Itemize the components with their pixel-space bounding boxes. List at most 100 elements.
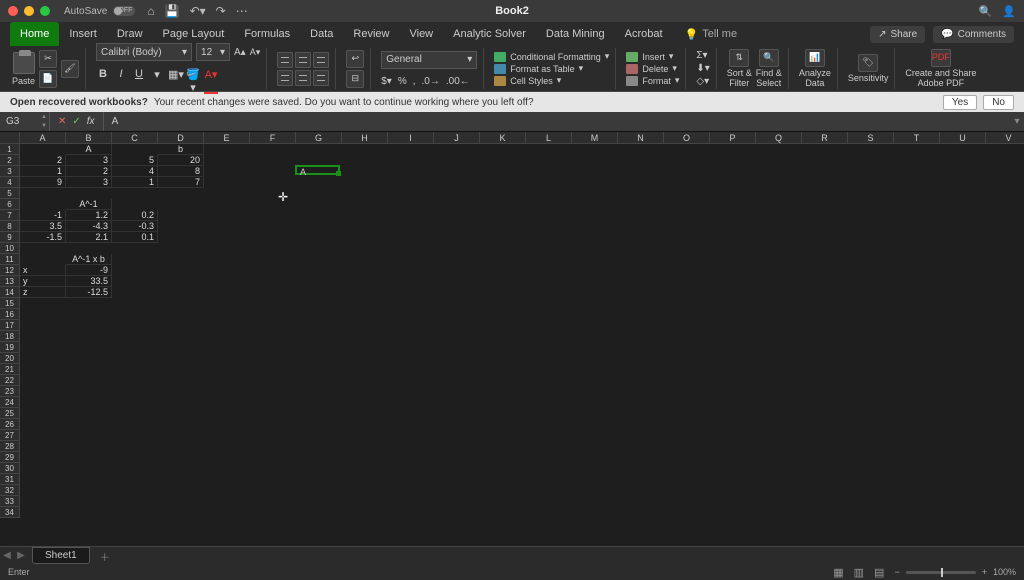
fill-button[interactable]: ⬇▾	[696, 63, 709, 74]
conditional-formatting-button[interactable]: Conditional Formatting ▾	[494, 51, 609, 62]
cell-A4[interactable]: 9	[20, 177, 66, 188]
ribbon-tab-data[interactable]: Data	[300, 22, 343, 46]
page-layout-view-button[interactable]: ▥	[854, 566, 864, 579]
analyze-data-button[interactable]: 📊Analyze Data	[799, 49, 831, 89]
row-header[interactable]: 1	[0, 144, 20, 155]
format-painter-button[interactable]: 🖌	[61, 60, 79, 78]
row-header[interactable]: 25	[0, 408, 20, 419]
ribbon-tab-home[interactable]: Home	[10, 22, 59, 46]
insert-cells-button[interactable]: Insert ▾	[626, 51, 679, 62]
row-header[interactable]: 11	[0, 254, 20, 265]
row-header[interactable]: 14	[0, 287, 20, 298]
tell-me[interactable]: 💡 Tell me	[685, 28, 738, 41]
zoom-out-button[interactable]: −	[894, 567, 899, 577]
row-header[interactable]: 8	[0, 221, 20, 232]
cell-styles-button[interactable]: Cell Styles ▾	[494, 75, 609, 86]
column-header[interactable]: G	[296, 132, 342, 144]
add-sheet-button[interactable]: ＋	[96, 549, 114, 563]
name-box[interactable]: G3 ▲▼	[0, 112, 50, 131]
autosave-control[interactable]: AutoSave OFF	[64, 6, 135, 17]
find-select-button[interactable]: 🔍Find & Select	[756, 49, 782, 89]
decrease-font-icon[interactable]: A▾	[250, 47, 261, 58]
window-minimize[interactable]	[24, 6, 34, 16]
row-header[interactable]: 6	[0, 199, 20, 210]
cell-C8[interactable]: -0.3	[112, 221, 158, 232]
merge-button[interactable]: ⊟	[346, 70, 364, 88]
sheet-tab[interactable]: Sheet1	[32, 547, 90, 564]
row-header[interactable]: 30	[0, 463, 20, 474]
cell-A12[interactable]: x	[20, 265, 66, 276]
autosave-toggle[interactable]: OFF	[113, 6, 135, 16]
row-header[interactable]: 22	[0, 375, 20, 386]
bold-button[interactable]: B	[96, 68, 110, 94]
undo-icon[interactable]: ↶▾	[190, 4, 206, 18]
comments-button[interactable]: 💬 Comments	[933, 26, 1014, 43]
window-zoom[interactable]	[40, 6, 50, 16]
save-icon[interactable]: 💾	[165, 4, 180, 18]
column-header[interactable]: K	[480, 132, 526, 144]
cell-B7[interactable]: 1.2	[66, 210, 112, 221]
column-header[interactable]: H	[342, 132, 388, 144]
row-header[interactable]: 16	[0, 309, 20, 320]
row-header[interactable]: 33	[0, 496, 20, 507]
recover-no-button[interactable]: No	[983, 95, 1014, 110]
cell-A2[interactable]: 2	[20, 155, 66, 166]
cell-B1[interactable]: A	[66, 144, 112, 155]
wrap-text-button[interactable]: ↩	[346, 50, 364, 68]
cell-C9[interactable]: 0.1	[112, 232, 158, 243]
column-header[interactable]: P	[710, 132, 756, 144]
row-header[interactable]: 3	[0, 166, 20, 177]
cell-B3[interactable]: 2	[66, 166, 112, 177]
zoom-control[interactable]: − + 100%	[894, 567, 1016, 577]
cell-C2[interactable]: 5	[112, 155, 158, 166]
format-as-table-button[interactable]: Format as Table ▾	[494, 63, 609, 74]
comma-button[interactable]: ,	[413, 76, 416, 87]
row-header[interactable]: 7	[0, 210, 20, 221]
cell-B9[interactable]: 2.1	[66, 232, 112, 243]
zoom-slider[interactable]	[906, 571, 976, 574]
normal-view-button[interactable]: ▦	[833, 566, 843, 579]
ribbon-tab-data-mining[interactable]: Data Mining	[536, 22, 615, 46]
clear-button[interactable]: ◇▾	[696, 76, 709, 87]
cancel-entry-button[interactable]: ✕	[58, 116, 66, 127]
cell-B2[interactable]: 3	[66, 155, 112, 166]
row-header[interactable]: 32	[0, 485, 20, 496]
border-button[interactable]: ▦▾	[168, 68, 182, 94]
adobe-pdf-button[interactable]: PDFCreate and Share Adobe PDF	[905, 49, 976, 89]
cell-A7[interactable]: -1	[20, 210, 66, 221]
window-close[interactable]	[8, 6, 18, 16]
column-header[interactable]: N	[618, 132, 664, 144]
column-header[interactable]: A	[20, 132, 66, 144]
copy-button[interactable]: 📄	[39, 70, 57, 88]
column-header[interactable]: B	[66, 132, 112, 144]
share-button[interactable]: ↗ Share	[870, 26, 925, 43]
column-header[interactable]: F	[250, 132, 296, 144]
sheet-nav-prev[interactable]: ▶	[14, 550, 28, 561]
ribbon-tab-analytic-solver[interactable]: Analytic Solver	[443, 22, 536, 46]
italic-button[interactable]: I	[114, 68, 128, 94]
column-header[interactable]: E	[204, 132, 250, 144]
cell-B12[interactable]: -9	[66, 265, 112, 276]
column-header[interactable]: L	[526, 132, 572, 144]
column-header[interactable]: T	[894, 132, 940, 144]
column-header[interactable]: S	[848, 132, 894, 144]
font-size-selector[interactable]: 12▾	[196, 43, 230, 61]
decrease-decimal-button[interactable]: .00←	[446, 76, 470, 87]
search-icon[interactable]: 🔍	[979, 5, 993, 18]
cell-D4[interactable]: 7	[158, 177, 204, 188]
cell-A9[interactable]: -1.5	[20, 232, 66, 243]
increase-decimal-button[interactable]: .0→	[422, 76, 440, 87]
column-header[interactable]: J	[434, 132, 480, 144]
row-header[interactable]: 29	[0, 452, 20, 463]
row-header[interactable]: 20	[0, 353, 20, 364]
cell-B14[interactable]: -12.5	[66, 287, 112, 298]
namebox-down-icon[interactable]: ▼	[39, 122, 49, 132]
paste-button[interactable]: Paste	[12, 52, 35, 86]
fx-icon[interactable]: fx	[87, 116, 95, 127]
column-header[interactable]: I	[388, 132, 434, 144]
cell-A3[interactable]: 1	[20, 166, 66, 177]
underline-button[interactable]: U	[132, 68, 146, 94]
row-header[interactable]: 24	[0, 397, 20, 408]
home-icon[interactable]: ⌂	[147, 4, 154, 18]
row-header[interactable]: 27	[0, 430, 20, 441]
